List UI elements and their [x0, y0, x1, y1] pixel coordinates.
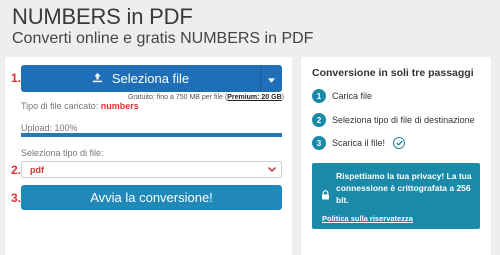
privacy-policy-link[interactable]: Politica sulla riservatezza: [322, 214, 413, 223]
step-item-1: 1 Carica file: [312, 89, 372, 103]
upload-options-dropdown[interactable]: [260, 65, 282, 92]
select-file-label: Seleziona file: [111, 71, 190, 86]
privacy-text: Rispettiamo la tua privacy! La tua conne…: [336, 171, 472, 205]
chevron-down-icon: [268, 165, 276, 174]
free-limit-note: Gratuito: fino a 750 MB per file (Premiu…: [128, 94, 284, 101]
target-format-value: pdf: [30, 164, 44, 175]
step-label-3: Scarica il file!: [332, 138, 386, 148]
file-type-value: numbers: [100, 101, 139, 111]
step-label-1: Carica file: [332, 91, 373, 101]
start-conversion-button[interactable]: Avvia la conversione!: [21, 185, 282, 210]
upload-status: Upload: 100%: [21, 123, 78, 133]
step-marker-1: 1.: [11, 71, 22, 85]
step-label-2: Seleziona tipo di file di destinazione: [332, 115, 475, 125]
step-item-3: 3 Scarica il file!: [312, 136, 406, 150]
premium-link[interactable]: Premium: 20 GB: [227, 94, 281, 101]
page-subtitle: Converti online e gratis NUMBERS in PDF: [12, 30, 314, 47]
check-icon: [393, 137, 406, 149]
step-number-3: 3: [312, 136, 326, 150]
lock-icon: [321, 187, 330, 205]
target-type-label: Seleziona tipo di file:: [21, 148, 104, 158]
file-type-label: Tipo di file caricato:: [21, 101, 99, 111]
upload-icon: [92, 71, 103, 86]
upload-progress-fill: [21, 133, 282, 137]
select-file-button[interactable]: Seleziona file: [21, 65, 282, 92]
steps-title: Conversione in soli tre passaggi: [312, 67, 474, 79]
free-note-prefix: Gratuito: fino a 750 MB per file (: [127, 94, 228, 101]
step-marker-2: 2.: [11, 163, 22, 177]
file-type-row: Tipo di file caricato: numbers: [21, 101, 139, 111]
steps-panel: Conversione in soli tre passaggi 1 Caric…: [301, 57, 491, 255]
upload-progress-bar: [21, 133, 282, 137]
converter-panel: 1. Seleziona file Gratuito: fino a 750 M…: [5, 57, 292, 255]
step-number-1: 1: [312, 89, 326, 103]
target-format-select[interactable]: pdf: [21, 161, 282, 178]
step-marker-3: 3.: [11, 191, 22, 205]
free-note-suffix: ): [281, 94, 284, 101]
step-number-2: 2: [312, 113, 326, 127]
privacy-notice: Rispettiamo la tua privacy! La tua conne…: [312, 163, 480, 229]
caret-down-icon: [268, 70, 275, 88]
page-title: NUMBERS in PDF: [12, 4, 193, 29]
step-item-2: 2 Seleziona tipo di file di destinazione: [312, 113, 475, 127]
